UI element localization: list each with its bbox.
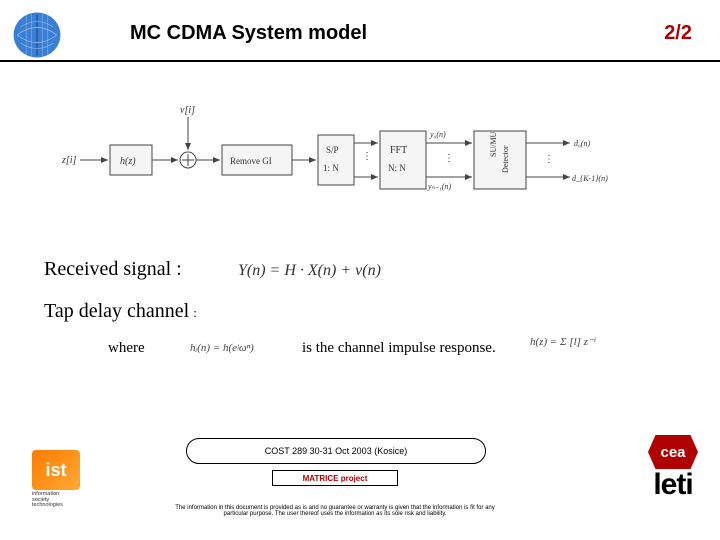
- cea-leti-logo: cea leti: [648, 435, 698, 498]
- fft-bot: N: N: [388, 163, 406, 173]
- y0: y₀(n): [429, 130, 446, 139]
- tap-delay-label: Tap delay channel:: [44, 300, 197, 323]
- page-number: 2/2: [664, 22, 692, 45]
- footer: ist information society technologies COS…: [0, 420, 720, 540]
- block-diagram: z[i] h(z) v[i] Remove GI S/P 1: N: [60, 95, 620, 235]
- svg-text:⋮: ⋮: [444, 153, 454, 164]
- sp-bot: 1: N: [323, 163, 339, 173]
- header: MC CDMA System model 2/2: [0, 12, 720, 62]
- det-top: SU/MU: [489, 131, 498, 157]
- tap-colon: :: [193, 305, 197, 320]
- equation-received: Y(n) = H · X(n) + v(n): [238, 262, 381, 280]
- leti-text: leti: [648, 471, 698, 498]
- project-box: MATRICE project: [272, 470, 398, 486]
- page-title: MC CDMA System model: [130, 22, 367, 45]
- d0: d₀(n): [574, 139, 590, 148]
- v-label: v[i]: [180, 105, 195, 116]
- det-bot: Detector: [501, 145, 510, 173]
- cea-badge-icon: cea: [648, 435, 698, 469]
- sp-top: S/P: [326, 145, 339, 155]
- remove-gi: Remove GI: [230, 156, 272, 166]
- equation-hz-sum: h(z) = Σ [l] z⁻ˡ: [530, 335, 595, 348]
- svg-text:⋮: ⋮: [544, 154, 554, 165]
- tap-text: Tap delay channel: [44, 300, 189, 322]
- disclaimer-text: The information in this document is prov…: [170, 505, 500, 518]
- ist-c3: technologies: [32, 502, 63, 508]
- cost-bubble: COST 289 30-31 Oct 2003 (Kosice): [186, 438, 486, 464]
- yn1: yₙ₋₁(n): [427, 182, 451, 191]
- fft-top: FFT: [390, 145, 407, 156]
- ist-caption: information society technologies: [32, 492, 100, 509]
- ist-logo: ist information society technologies: [32, 450, 100, 508]
- ist-badge-icon: ist: [32, 450, 80, 490]
- hz-label: h(z): [120, 156, 136, 167]
- where-label: where: [108, 340, 145, 357]
- dk1: d_{K-1}(n): [572, 174, 608, 183]
- impulse-response-text: is the channel impulse response.: [302, 340, 496, 357]
- equation-hi: hᵢ(n) = h(eʲωⁿ): [190, 342, 254, 354]
- received-signal-label: Received signal :: [44, 258, 182, 281]
- svg-text:⋮: ⋮: [362, 151, 372, 162]
- slide: MC CDMA System model 2/2 z[i] h(z) v[i]: [0, 0, 720, 540]
- z-label: z[i]: [61, 155, 77, 166]
- brain-hemisphere-icon: [10, 10, 64, 60]
